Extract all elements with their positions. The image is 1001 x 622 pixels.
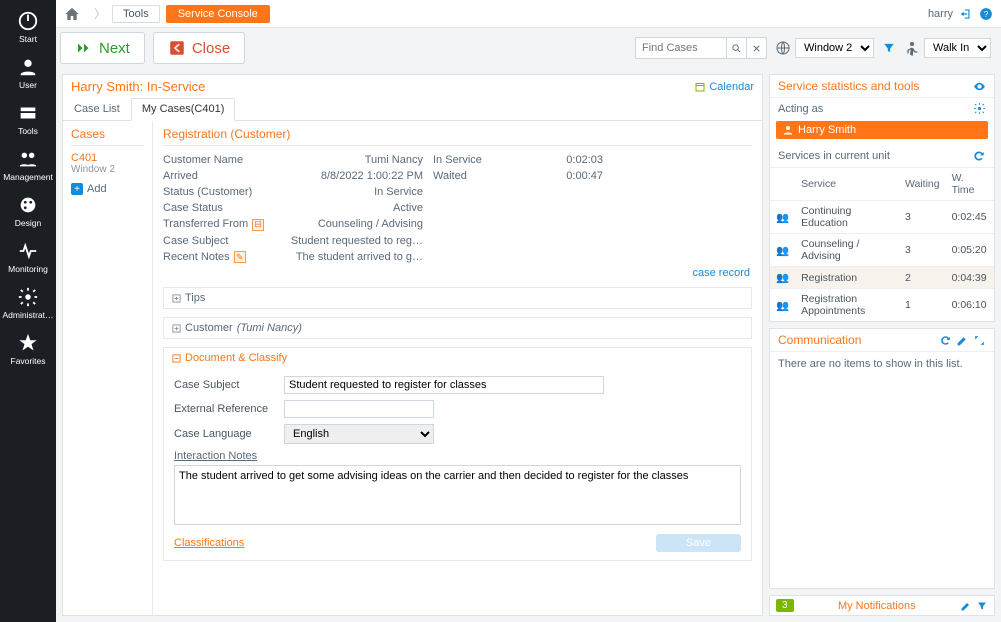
sidebar-item-tools[interactable]: Tools — [0, 96, 56, 142]
sidebar-label: Start — [19, 34, 37, 44]
tabs: Case List My Cases(C401) — [63, 98, 762, 121]
sidebar-item-start[interactable]: Start — [0, 4, 56, 50]
services-header: Services in current unit — [778, 150, 890, 162]
refresh-icon[interactable] — [972, 149, 986, 163]
sidebar-label: Design — [15, 218, 41, 228]
registration-heading: Registration (Customer) — [163, 127, 752, 146]
section-customer[interactable]: Customer (Tumi Nancy) — [164, 318, 751, 338]
sidebar-label: Tools — [18, 126, 38, 136]
table-row[interactable]: 👥Registration Appointments10:06:10 — [770, 289, 994, 322]
interaction-notes-input[interactable] — [174, 465, 741, 525]
right-sidebar: Service statistics and tools Acting as H… — [769, 74, 995, 616]
save-button[interactable]: Save — [656, 534, 741, 552]
login-icon[interactable] — [959, 7, 973, 21]
interaction-notes-label: Interaction Notes — [174, 450, 741, 462]
sidebar-label: Administrat… — [2, 310, 53, 320]
page-title: Harry Smith: In-Service — [71, 79, 205, 94]
stats-title: Service statistics and tools — [778, 79, 919, 93]
case-record-link[interactable]: case record — [693, 267, 750, 279]
close-button[interactable]: Close — [153, 32, 245, 64]
refresh-icon[interactable] — [939, 334, 952, 347]
case-language-select[interactable]: English — [284, 424, 434, 444]
sidebar-label: User — [19, 80, 37, 90]
plus-icon: + — [71, 183, 83, 195]
walkin-icon — [904, 40, 920, 56]
breadcrumb-tools[interactable]: Tools — [112, 5, 160, 23]
sidebar-label: Management — [3, 172, 53, 182]
sidebar-label: Monitoring — [8, 264, 48, 274]
window-select[interactable]: Window 2 — [795, 38, 874, 58]
acting-as-pill[interactable]: Harry Smith — [776, 121, 988, 139]
tab-my-cases[interactable]: My Cases(C401) — [131, 98, 236, 121]
tab-case-list[interactable]: Case List — [63, 98, 131, 120]
expand-icon[interactable] — [973, 334, 986, 347]
sidebar-item-user[interactable]: User — [0, 50, 56, 96]
sidebar-item-admin[interactable]: Administrat… — [0, 280, 56, 326]
filter-icon[interactable] — [976, 600, 988, 612]
case-detail: Registration (Customer) Customer NameTum… — [153, 121, 762, 615]
case-item[interactable]: C401 Window 2 — [71, 152, 144, 175]
edit-icon[interactable] — [960, 600, 972, 612]
svg-text:?: ? — [984, 9, 989, 18]
edit-icon[interactable] — [956, 334, 969, 347]
topbar: 〉 Tools Service Console harry ? — [56, 0, 1001, 28]
eye-icon[interactable] — [973, 80, 986, 93]
classifications-link[interactable]: Classifications — [174, 537, 244, 549]
sidebar-item-favorites[interactable]: Favorites — [0, 326, 56, 372]
breadcrumb-service-console[interactable]: Service Console — [166, 5, 270, 23]
sidebar-item-management[interactable]: Management — [0, 142, 56, 188]
walkin-select[interactable]: Walk In — [924, 38, 991, 58]
table-row[interactable]: 👥Continuing Education30:02:45 — [770, 201, 994, 234]
external-ref-input[interactable] — [284, 400, 434, 418]
section-document-classify[interactable]: Document & Classify — [164, 348, 751, 368]
section-tips[interactable]: Tips — [164, 288, 751, 308]
cases-header: Cases — [71, 127, 144, 146]
sidebar-label: Favorites — [11, 356, 46, 366]
next-button[interactable]: Next — [60, 32, 145, 64]
expand-icon[interactable]: ⊟ — [252, 219, 264, 231]
help-icon[interactable]: ? — [979, 7, 993, 21]
table-row[interactable]: 👥Counseling / Advising30:05:20 — [770, 234, 994, 267]
current-user: harry — [928, 8, 953, 20]
table-row[interactable]: 👥Registration20:04:39 — [770, 267, 994, 289]
notes-icon[interactable]: ✎ — [234, 251, 246, 263]
case-subject-input[interactable] — [284, 376, 604, 394]
nav-sidebar: Start User Tools Management Design Monit… — [0, 0, 56, 622]
notifications-bar[interactable]: 3 My Notifications — [769, 595, 995, 616]
main-panel: Harry Smith: In-Service Calendar Case Li… — [62, 74, 763, 616]
communication-body: There are no items to show in this list. — [770, 352, 994, 502]
gear-icon[interactable] — [973, 102, 986, 115]
add-case-button[interactable]: +Add — [71, 183, 144, 195]
find-cases-input[interactable] — [636, 39, 726, 57]
find-cases — [635, 37, 767, 59]
services-table: ServiceWaitingW. Time 👥Continuing Educat… — [770, 167, 994, 321]
filter-icon[interactable] — [882, 41, 896, 55]
search-icon[interactable] — [726, 38, 746, 58]
notification-badge: 3 — [776, 599, 794, 612]
sidebar-item-monitoring[interactable]: Monitoring — [0, 234, 56, 280]
communication-title: Communication — [778, 333, 861, 347]
home-icon[interactable] — [64, 6, 80, 22]
clear-icon[interactable] — [746, 38, 766, 58]
globe-icon — [775, 40, 791, 56]
calendar-link[interactable]: Calendar — [694, 81, 754, 93]
sidebar-item-design[interactable]: Design — [0, 188, 56, 234]
cases-column: Cases C401 Window 2 +Add — [63, 121, 153, 615]
action-bar: Next Close Window 2 Walk In — [56, 28, 1001, 68]
acting-as-label: Acting as — [778, 103, 823, 115]
